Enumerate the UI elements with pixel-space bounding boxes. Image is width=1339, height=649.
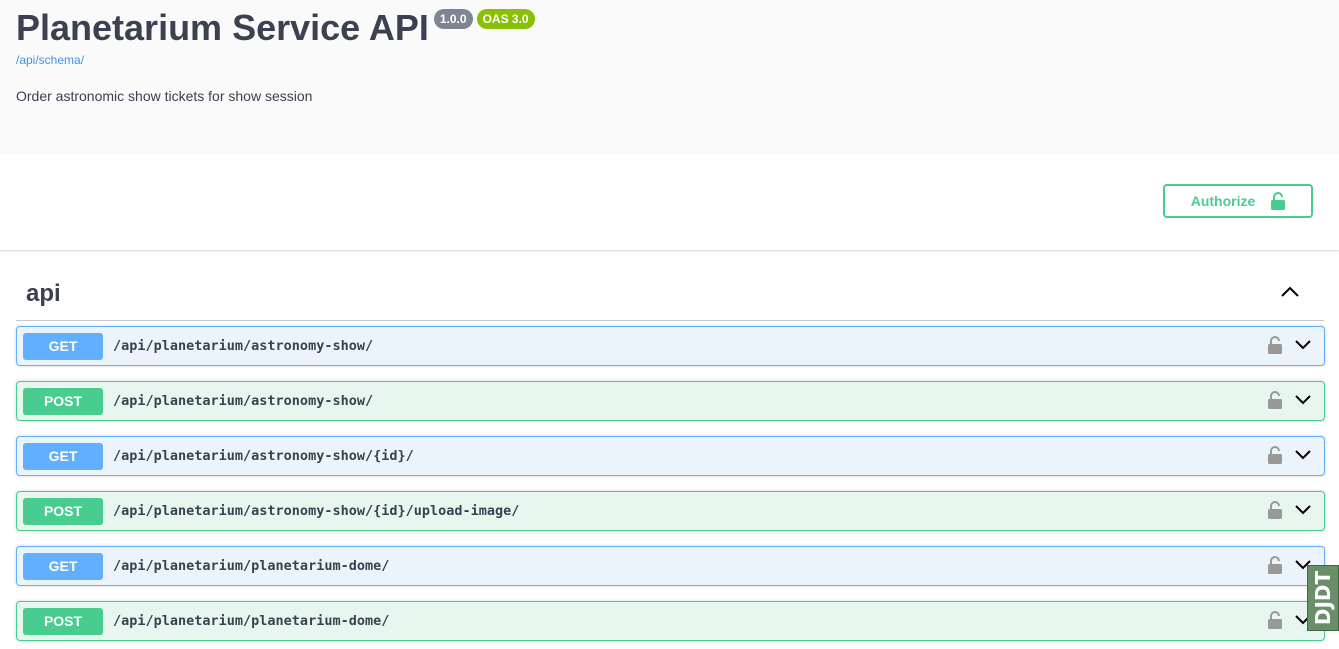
method-badge: GET (23, 332, 103, 360)
operation-row[interactable]: POST/api/planetarium/planetarium-dome/ (16, 601, 1325, 641)
debug-toolbar-label: DJDT (1311, 570, 1336, 626)
version-badge: 1.0.0 (433, 9, 473, 29)
api-description: Order astronomic show tickets for show s… (16, 88, 313, 104)
lock-icon[interactable] (1268, 501, 1282, 519)
operation-path: /api/planetarium/astronomy-show/ (113, 393, 374, 409)
operation-path: /api/planetarium/planetarium-dome/ (113, 558, 390, 574)
lock-icon[interactable] (1268, 556, 1282, 574)
operation-path: /api/planetarium/planetarium-dome/ (113, 613, 390, 629)
lock-icon[interactable] (1268, 336, 1282, 354)
chevron-down-icon[interactable] (1294, 449, 1312, 461)
operation-row[interactable]: POST/api/planetarium/astronomy-show/{id}… (16, 491, 1325, 531)
operation-row[interactable]: GET/api/planetarium/planetarium-dome/ (16, 546, 1325, 586)
lock-icon[interactable] (1268, 391, 1282, 409)
oas-badge: OAS 3.0 (476, 9, 535, 29)
operation-row[interactable]: GET/api/planetarium/astronomy-show/ (16, 326, 1325, 366)
authorize-label: Authorize (1190, 193, 1256, 209)
operation-path: /api/planetarium/astronomy-show/{id}/upl… (113, 503, 520, 519)
lock-icon[interactable] (1268, 446, 1282, 464)
operation-row[interactable]: GET/api/planetarium/astronomy-show/{id}/ (16, 436, 1325, 476)
schemes-container: Authorize (0, 154, 1339, 251)
chevron-down-icon[interactable] (1294, 504, 1312, 516)
method-badge: POST (23, 387, 103, 415)
title-row: Planetarium Service API 1.0.0 OAS 3.0 (16, 6, 535, 50)
operation-row[interactable]: POST/api/planetarium/astronomy-show/ (16, 381, 1325, 421)
chevron-up-icon[interactable] (1280, 286, 1300, 298)
chevron-down-icon[interactable] (1294, 339, 1312, 351)
schema-link[interactable]: /api/schema/ (16, 53, 84, 67)
lock-icon[interactable] (1268, 611, 1282, 629)
operation-path: /api/planetarium/astronomy-show/{id}/ (113, 448, 414, 464)
api-info-section: Planetarium Service API 1.0.0 OAS 3.0 /a… (0, 0, 1339, 154)
api-title: Planetarium Service API (16, 7, 429, 48)
chevron-down-icon[interactable] (1294, 394, 1312, 406)
method-badge: POST (23, 497, 103, 525)
authorize-button[interactable]: Authorize (1163, 184, 1313, 218)
method-badge: POST (23, 607, 103, 635)
tag-section-api[interactable]: api (16, 270, 1324, 321)
method-badge: GET (23, 442, 103, 470)
tag-name: api (26, 280, 61, 307)
method-badge: GET (23, 552, 103, 580)
operation-path: /api/planetarium/astronomy-show/ (113, 338, 374, 354)
debug-toolbar-handle[interactable]: DJDT (1307, 565, 1339, 631)
unlocked-lock-icon (1271, 192, 1286, 210)
